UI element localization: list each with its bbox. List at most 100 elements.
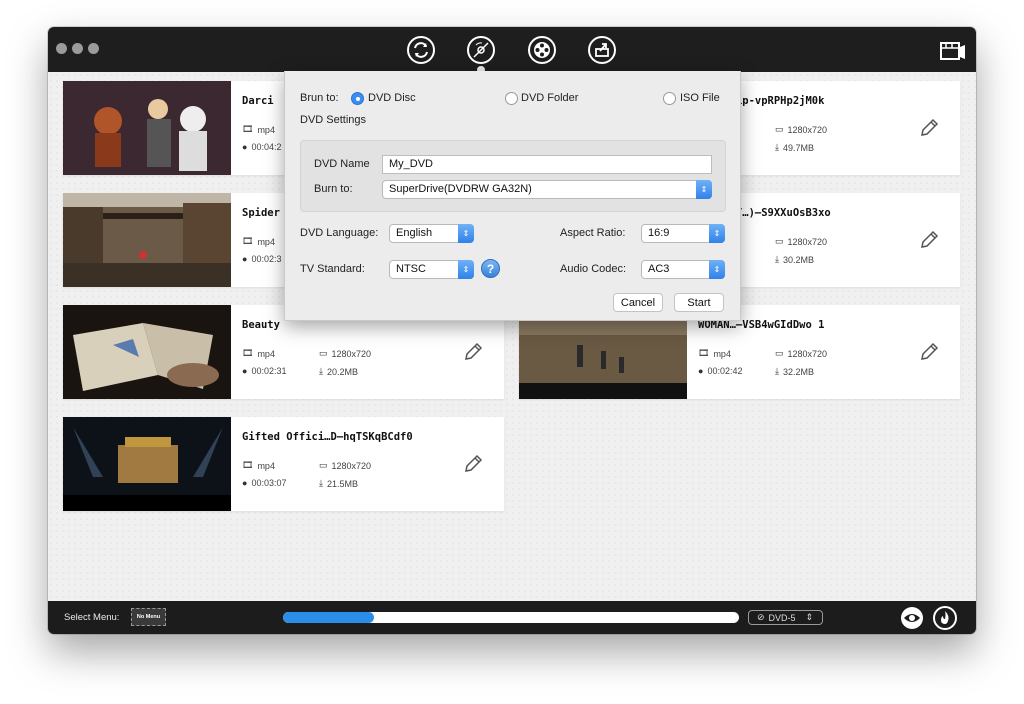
- filesize-info: ⤓ 20.2MB: [319, 366, 359, 377]
- video-title: Spider: [242, 207, 280, 219]
- dvd-language-label: DVD Language:: [300, 227, 379, 239]
- dvd-settings-group: DVD Name My_DVD Burn to: SuperDrive(DVDR…: [300, 140, 726, 212]
- edit-pencil-icon[interactable]: [462, 341, 484, 363]
- audio-codec-select[interactable]: AC3 ⇕: [641, 260, 725, 279]
- film-icon: 🎞: [242, 124, 254, 134]
- video-card[interactable]: Gifted Offici…D–hqTSKqBCdf0 🎞 mp4 ▭ 1280x7…: [63, 417, 504, 511]
- dropdown-arrow-icon: ⇕: [458, 260, 474, 279]
- clock-icon: ●: [242, 142, 248, 152]
- download-icon: ⤓: [775, 366, 779, 376]
- video-title: Gifted Offici…D–hqTSKqBCdf0: [242, 431, 413, 443]
- select-menu-label: Select Menu:: [64, 612, 120, 623]
- clock-icon: ●: [242, 254, 248, 264]
- dropdown-arrow-icon: ⇕: [696, 180, 712, 199]
- filesize-info: ⤓ 49.7MB: [775, 142, 815, 153]
- dvd-folder-option-label[interactable]: DVD Folder: [521, 92, 578, 104]
- dvd-name-field[interactable]: My_DVD: [382, 155, 712, 174]
- dvd-settings-heading: DVD Settings: [300, 114, 367, 126]
- edit-pencil-icon[interactable]: [918, 229, 940, 251]
- start-button[interactable]: Start: [674, 293, 724, 312]
- minimize-window-button[interactable]: [72, 43, 83, 54]
- duration-info: ● 00:02:42: [698, 366, 743, 376]
- audio-codec-label: Audio Codec:: [560, 263, 627, 275]
- tv-standard-select[interactable]: NTSC ⇕: [389, 260, 474, 279]
- clock-icon: ●: [242, 478, 248, 488]
- disc-icon: ⊘: [757, 612, 765, 622]
- dvd-name-label: DVD Name: [314, 158, 370, 170]
- video-title: Darci: [242, 95, 274, 107]
- dropdown-arrow-icon: ⇕: [709, 260, 725, 279]
- edit-pencil-icon[interactable]: [918, 341, 940, 363]
- help-button[interactable]: ?: [481, 259, 500, 278]
- burn-settings-dialog: Brun to: DVD Disc DVD Folder ISO File DV…: [284, 71, 741, 321]
- disc-type-select[interactable]: ⊘ DVD-5 ⇕: [748, 610, 823, 625]
- burn-device-label: Burn to:: [314, 183, 353, 195]
- duration-info: ● 00:02:31: [242, 366, 287, 376]
- share-icon[interactable]: [587, 35, 617, 65]
- dvd-language-select[interactable]: English ⇕: [389, 224, 474, 243]
- cancel-button[interactable]: Cancel: [613, 293, 663, 312]
- film-icon: 🎞: [242, 236, 254, 246]
- tv-standard-label: TV Standard:: [300, 263, 365, 275]
- edit-pencil-icon[interactable]: [462, 453, 484, 475]
- duration-info: ● 00:04:2: [242, 142, 282, 152]
- burn-device-select[interactable]: SuperDrive(DVDRW GA32N) ⇕: [382, 180, 712, 199]
- monitor-icon: ▭: [775, 124, 784, 134]
- film-icon: 🎞: [242, 348, 254, 358]
- resolution-info: ▭ 1280x720: [319, 348, 372, 359]
- clock-icon: ●: [242, 366, 248, 376]
- disc-capacity-bar: [283, 612, 739, 623]
- burn-to-label: Brun to:: [300, 92, 339, 104]
- filesize-info: ⤓ 21.5MB: [319, 478, 359, 489]
- duration-info: ● 00:02:3: [242, 254, 282, 264]
- burn-disc-icon[interactable]: [466, 35, 496, 65]
- edit-pencil-icon[interactable]: [918, 117, 940, 139]
- monitor-icon: ▭: [319, 460, 328, 470]
- download-icon: ⤓: [775, 142, 779, 152]
- bottom-bar: Select Menu: No Menu ⊘ DVD-5 ⇕: [48, 601, 976, 634]
- download-icon: ⤓: [775, 254, 779, 264]
- iso-file-option-label[interactable]: ISO File: [680, 92, 720, 104]
- format-info: 🎞 mp4: [698, 348, 731, 359]
- aspect-ratio-select[interactable]: 16:9 ⇕: [641, 224, 725, 243]
- download-icon: ⤓: [319, 366, 323, 376]
- film-reel-icon[interactable]: [527, 35, 557, 65]
- filesize-info: ⤓ 30.2MB: [775, 254, 815, 265]
- monitor-icon: ▭: [775, 236, 784, 246]
- dvd-folder-radio[interactable]: [505, 92, 518, 105]
- video-thumbnail[interactable]: [63, 81, 231, 175]
- format-info: 🎞 mp4: [242, 348, 275, 359]
- dvd-disc-option-label[interactable]: DVD Disc: [368, 92, 416, 104]
- filesize-info: ⤓ 32.2MB: [775, 366, 815, 377]
- close-window-button[interactable]: [56, 43, 67, 54]
- download-icon: ⤓: [319, 478, 323, 488]
- zoom-window-button[interactable]: [88, 43, 99, 54]
- dvd-disc-radio[interactable]: [351, 92, 364, 105]
- media-settings-icon[interactable]: [938, 37, 968, 67]
- resolution-info: ▭ 1280x720: [775, 236, 828, 247]
- video-thumbnail[interactable]: [63, 305, 231, 399]
- titlebar: [48, 27, 976, 74]
- monitor-icon: ▭: [775, 348, 784, 358]
- duration-info: ● 00:03:07: [242, 478, 287, 488]
- dropdown-arrow-icon: ⇕: [709, 224, 725, 243]
- format-info: 🎞 mp4: [242, 124, 275, 135]
- updown-arrows-icon: ⇕: [805, 612, 814, 622]
- film-icon: 🎞: [242, 460, 254, 470]
- aspect-ratio-label: Aspect Ratio:: [560, 227, 626, 239]
- convert-icon[interactable]: [406, 35, 436, 65]
- resolution-info: ▭ 1280x720: [775, 124, 828, 135]
- video-thumbnail[interactable]: [63, 417, 231, 511]
- film-icon: 🎞: [698, 348, 710, 358]
- resolution-info: ▭ 1280x720: [319, 460, 372, 471]
- iso-file-radio[interactable]: [663, 92, 676, 105]
- clock-icon: ●: [698, 366, 704, 376]
- burn-flame-icon[interactable]: [933, 606, 957, 630]
- video-title: Beauty: [242, 319, 280, 331]
- monitor-icon: ▭: [319, 348, 328, 358]
- video-thumbnail[interactable]: [63, 193, 231, 287]
- preview-eye-icon[interactable]: [900, 606, 924, 630]
- menu-template-thumbnail[interactable]: No Menu: [131, 608, 166, 626]
- disc-capacity-fill: [283, 612, 375, 623]
- format-info: 🎞 mp4: [242, 236, 275, 247]
